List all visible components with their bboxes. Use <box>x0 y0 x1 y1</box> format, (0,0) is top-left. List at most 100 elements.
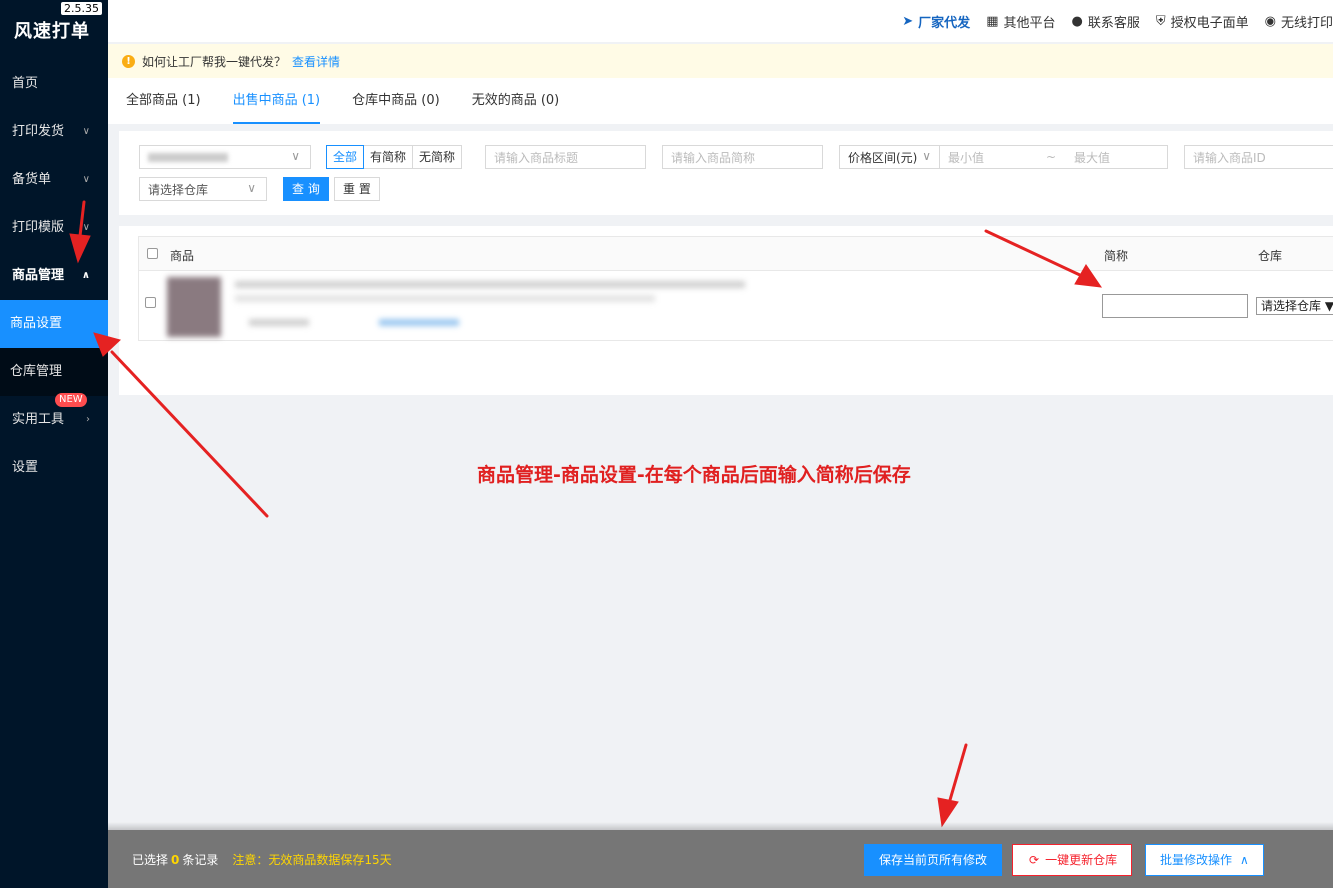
sidebar-submenu: 商品设置 仓库管理 <box>0 300 108 396</box>
other-platforms-link[interactable]: ▦ 其他平台 <box>986 12 1055 31</box>
sidebar-item-label: 备货单 <box>12 172 52 187</box>
sidebar-item-stock-list[interactable]: 备货单 ∨ <box>0 156 108 204</box>
chevron-right-icon: › <box>86 414 90 425</box>
range-separator: ~ <box>1046 150 1057 164</box>
app-title: 风速打单 <box>14 21 90 42</box>
factory-dropship-link[interactable]: ➤ 厂家代发 <box>902 12 970 31</box>
min-price-input[interactable]: 最小值 <box>948 149 984 166</box>
update-warehouse-button[interactable]: ⟳ 一键更新仓库 <box>1012 844 1133 876</box>
arrow-save-button <box>948 743 968 802</box>
sidebar-item-settings[interactable]: 设置 <box>0 444 108 492</box>
chevron-down-icon: ∨ <box>82 174 90 185</box>
warning-icon: ! <box>122 54 135 68</box>
table-row: 请选择仓库 ▼ <box>138 271 1333 341</box>
footer-shadow <box>108 822 1333 830</box>
price-range-label: 价格区间(元) <box>848 150 918 165</box>
product-thumbnail <box>167 277 221 337</box>
col-warehouse: 仓库 <box>1258 249 1283 263</box>
notice-bar: ! 如何让工厂帮我一键代发？ 查看详情 <box>108 44 1333 78</box>
top-link-label: 联系客服 <box>1087 15 1140 31</box>
product-table: 商品 简称 仓库 请选择仓库 ▼ <box>119 226 1333 395</box>
product-title-input[interactable]: 请输入商品标题 <box>485 145 646 169</box>
select-all-checkbox[interactable] <box>147 248 158 259</box>
price-range-select[interactable]: 价格区间(元) ∨ <box>839 145 940 169</box>
segment-all[interactable]: 全部 <box>326 145 365 169</box>
notice-details-link[interactable]: 查看详情 <box>292 53 340 70</box>
wechat-icon: ◉ <box>1264 13 1276 29</box>
sidebar-item-label: 设置 <box>12 460 39 475</box>
chevron-down-icon: ∨ <box>247 181 256 195</box>
topbar: ➤ 厂家代发 ▦ 其他平台 ● 联系客服 ⛨ 授权电子面单 ◉ 无线打印 <box>108 0 1333 42</box>
sidebar-item-product-settings[interactable]: 商品设置 <box>0 300 108 348</box>
product-link-blurred <box>379 319 459 326</box>
sidebar-item-print-template[interactable]: 打印模版 ∨ <box>0 204 108 252</box>
segment-no-abbr[interactable]: 无简称 <box>412 145 463 169</box>
shield-icon: ⛨ <box>1155 13 1166 29</box>
sidebar-item-label: 打印发货 <box>12 124 65 139</box>
save-all-button[interactable]: 保存当前页所有修改 <box>864 844 1003 876</box>
chevron-up-icon: ∧ <box>1240 853 1249 867</box>
sidebar-item-product-management[interactable]: 商品管理 ∧ <box>0 252 108 300</box>
chevron-down-icon: ∨ <box>82 126 90 137</box>
selection-summary: 已选择 0 条记录 <box>132 851 218 868</box>
selection-count: 0 <box>171 852 180 867</box>
tab-on-sale[interactable]: 出售中商品 (1) <box>232 78 320 124</box>
sidebar-item-label: 首页 <box>12 76 39 91</box>
row-checkbox[interactable] <box>145 297 156 308</box>
col-abbr: 简称 <box>1104 249 1129 263</box>
logo: 风速打单 2.5.35 <box>0 0 108 56</box>
sidebar: 风速打单 2.5.35 首页 打印发货 ∨ 备货单 ∨ 打印模版 ∨ 商品管理 ∧ 商品… <box>0 0 108 888</box>
product-tabs: 全部商品 (1) 出售中商品 (1) 仓库中商品 (0) 无效的商品 (0) <box>108 78 1333 124</box>
table-header: 商品 简称 仓库 <box>138 236 1333 271</box>
reset-button[interactable]: 重 置 <box>334 177 380 201</box>
sidebar-item-label: 打印模版 <box>12 220 65 235</box>
top-link-label: 授权电子面单 <box>1170 15 1249 31</box>
shop-select[interactable]: ∨ <box>139 145 311 169</box>
tab-all-products[interactable]: 全部商品 (1) <box>126 78 201 124</box>
annotation-text: 商品管理-商品设置-在每个商品后面输入简称后保存 <box>477 464 911 486</box>
footer-note: 注意：无效商品数据保存15天 <box>232 852 392 867</box>
sidebar-item-print-ship[interactable]: 打印发货 ∨ <box>0 108 108 156</box>
sidebar-item-tools[interactable]: 实用工具 NEW › <box>0 393 108 444</box>
sidebar-item-label: 仓库管理 <box>10 364 63 379</box>
authorize-waybill-link[interactable]: ⛨ 授权电子面单 <box>1156 12 1249 31</box>
selection-prefix: 已选择 <box>132 852 169 867</box>
col-product: 商品 <box>170 249 195 263</box>
tab-in-warehouse[interactable]: 仓库中商品 (0) <box>352 78 440 124</box>
button-label: 一键更新仓库 <box>1045 853 1118 867</box>
warehouse-filter-select[interactable]: 请选择仓库 ∨ <box>139 177 267 201</box>
sidebar-item-home[interactable]: 首页 <box>0 60 108 108</box>
selection-suffix: 条记录 <box>182 852 219 867</box>
sidebar-item-warehouse-management[interactable]: 仓库管理 <box>0 348 108 396</box>
placeholder: 请输入商品标题 <box>494 150 579 165</box>
abbr-filter-segment: 全部 有简称 无简称 <box>326 145 463 169</box>
chevron-down-icon: ∨ <box>291 149 300 163</box>
shop-name-blurred <box>148 152 228 162</box>
segment-has-abbr[interactable]: 有简称 <box>363 145 414 169</box>
max-price-input[interactable]: 最大值 <box>1074 149 1110 166</box>
product-subtitle-blurred <box>235 295 655 302</box>
top-link-label: 厂家代发 <box>918 15 971 31</box>
batch-edit-button[interactable]: 批量修改操作 ∧ <box>1145 844 1264 876</box>
refresh-icon: ⟳ <box>1029 853 1040 867</box>
chevron-down-icon: ∨ <box>82 222 90 233</box>
select-value: 请选择仓库 <box>1261 299 1322 313</box>
product-abbr-input[interactable]: 请输入商品简称 <box>662 145 823 169</box>
product-id-input[interactable]: 请输入商品ID <box>1184 145 1333 169</box>
contact-support-link[interactable]: ● 联系客服 <box>1072 12 1140 31</box>
sidebar-item-label: 商品管理 <box>12 268 65 283</box>
footer-bar: 已选择 0 条记录 注意：无效商品数据保存15天 保存当前页所有修改 ⟳ 一键更新仓库… <box>108 830 1333 888</box>
placeholder: 请选择仓库 <box>148 182 209 197</box>
row-abbr-input[interactable] <box>1102 294 1248 318</box>
search-button[interactable]: 查 询 <box>283 177 329 201</box>
product-title-blurred <box>235 281 745 288</box>
row-warehouse-select[interactable]: 请选择仓库 ▼ <box>1256 297 1333 315</box>
top-link-label: 其他平台 <box>1003 15 1056 31</box>
caret-down-icon: ▼ <box>1325 299 1333 313</box>
notice-text: 如何让工厂帮我一键代发？ <box>142 54 287 69</box>
grid-icon: ▦ <box>986 13 999 29</box>
wireless-print-link[interactable]: ◉ 无线打印 <box>1265 12 1333 31</box>
placeholder: 请输入商品ID <box>1193 150 1266 165</box>
tab-invalid[interactable]: 无效的商品 (0) <box>472 78 560 124</box>
send-icon: ➤ <box>902 13 914 29</box>
